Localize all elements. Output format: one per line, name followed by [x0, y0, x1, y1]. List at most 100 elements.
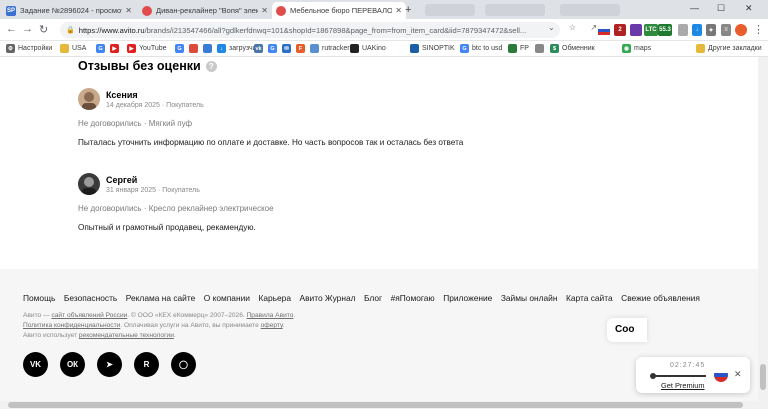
forward-arrow-icon[interactable]: →	[22, 23, 33, 35]
tab-label: Задание №2896024 - просмотр з	[20, 6, 122, 15]
footer-link-blog[interactable]: Блог	[364, 293, 382, 303]
bookmark-ext-1[interactable]	[189, 44, 201, 53]
blurred-tab[interactable]	[560, 4, 620, 16]
vpn-popup: 02:27:45 Get Premium ✕	[636, 357, 750, 393]
bookmark-g[interactable]: G	[268, 44, 280, 53]
minimize-icon[interactable]: —	[690, 3, 699, 13]
footer-link-about-site[interactable]: сайт объявлений России	[51, 312, 127, 319]
extensions-icon[interactable]: ≡	[721, 24, 731, 36]
cookie-banner[interactable]: Coo	[607, 318, 647, 342]
ext-price-icon[interactable]: 55.3	[658, 24, 672, 36]
google-icon: G	[175, 44, 184, 53]
menu-dots-icon[interactable]: ⋮	[753, 23, 764, 36]
close-icon[interactable]: ✕	[125, 6, 132, 15]
reviewer-name[interactable]: Сергей	[106, 175, 200, 185]
maximize-icon[interactable]: ☐	[717, 3, 725, 14]
ext-counter-icon[interactable]: 2	[614, 24, 626, 36]
bookmark-label: Другие закладки	[708, 45, 762, 52]
reload-icon[interactable]: ↻	[39, 23, 48, 36]
vertical-scrollbar[interactable]	[758, 57, 768, 401]
footer-copyright: Авито — сайт объявлений России. © ООО «К…	[23, 312, 295, 319]
back-arrow-icon[interactable]: ←	[6, 23, 17, 35]
footer-link-sitemap[interactable]: Карта сайта	[566, 293, 613, 303]
bookmark-youtube-small[interactable]: ▶	[110, 44, 122, 53]
bookmark-f[interactable]: F	[296, 44, 308, 53]
dzen-icon[interactable]: ◯	[171, 352, 196, 377]
scrollbar-thumb[interactable]	[760, 364, 766, 390]
omnibox-actions[interactable]: ⌄ ☆ ↗	[548, 23, 603, 32]
vk-icon[interactable]: VK	[23, 352, 48, 377]
footer-link-security[interactable]: Безопасность	[64, 293, 117, 303]
tab-task[interactable]: SP Задание №2896024 - просмотр з ✕	[2, 2, 136, 19]
sinoptik-icon	[410, 44, 419, 53]
rutube-icon[interactable]: R	[134, 352, 159, 377]
bookmark-btc[interactable]: Gbtc to usd	[460, 44, 502, 53]
footer-link-about[interactable]: О компании	[204, 293, 250, 303]
footer-link-journal[interactable]: Авито Журнал	[299, 293, 355, 303]
footer-link-tech[interactable]: рекомендательные технологии	[79, 332, 174, 339]
flag-ru-icon[interactable]	[598, 24, 610, 36]
footer-link-privacy[interactable]: Политика конфиденциальности	[23, 322, 120, 329]
blurred-tab[interactable]	[485, 4, 545, 16]
footer-link-offer[interactable]: оферту	[261, 322, 283, 329]
bookmark-ext-3[interactable]	[535, 44, 547, 53]
bookmark-label: Обменник	[562, 45, 595, 52]
bookmark-label: Настройки	[18, 45, 53, 52]
ext-icon[interactable]	[678, 24, 688, 36]
url-host: https://www.avito.ru	[78, 25, 145, 35]
footer-link-fresh[interactable]: Свежие объявления	[621, 293, 700, 303]
bookmark-other[interactable]: Другие закладки	[696, 44, 762, 53]
blurred-tab[interactable]	[425, 4, 475, 16]
horizontal-scrollbar[interactable]	[0, 401, 768, 409]
odnoklassniki-icon[interactable]: ОК	[60, 352, 85, 377]
window-close-icon[interactable]: ✕	[745, 3, 753, 14]
footer-link-ihelp[interactable]: #яПомогаю	[391, 293, 435, 303]
bookmark-google-2[interactable]: G	[175, 44, 187, 53]
download-icon[interactable]: ↓	[692, 24, 702, 36]
tab-label: Мебельное бюро ПЕРЕВАЛОВ -	[290, 6, 393, 15]
footer-link-career[interactable]: Карьера	[258, 293, 291, 303]
bookmark-label: FP	[520, 45, 529, 52]
footer-link-ads[interactable]: Реклама на сайте	[126, 293, 195, 303]
bookmark-maps[interactable]: ◉ maps	[622, 44, 651, 53]
bookmark-fp[interactable]: FP	[508, 44, 529, 53]
scrollbar-thumb[interactable]	[8, 402, 743, 408]
bookmark-usa[interactable]: USA	[60, 44, 86, 53]
bookmark-sinoptik[interactable]: SINOPTIK	[410, 44, 455, 53]
telegram-icon[interactable]: ➤	[97, 352, 122, 377]
bookmark-youtube[interactable]: ▶ YouTube	[127, 44, 167, 53]
bookmark-rutracker[interactable]: rutracker	[310, 44, 350, 53]
get-premium-link[interactable]: Get Premium	[661, 381, 705, 390]
footer-link-rules[interactable]: Правила Авито	[247, 312, 294, 319]
address-bar[interactable]: 🔒 https://www.avito.ru /brands/i21354746…	[60, 22, 560, 38]
bookmarks-bar: ⚙ Настройки USA G ▶ ▶ YouTube G ↓ загрузчик…	[0, 41, 768, 57]
footer-link-help[interactable]: Помощь	[23, 293, 55, 303]
url-path: /brands/i213547466/all?gdlkerfdnwq=101&s…	[144, 25, 527, 35]
bookmark-vk[interactable]: vk	[254, 44, 266, 53]
lock-icon: 🔒	[66, 27, 75, 34]
new-tab-button[interactable]: +	[405, 4, 411, 16]
bookmark-ext-2[interactable]	[203, 44, 215, 53]
bookmark-exchange[interactable]: $ Обменник	[550, 44, 595, 53]
help-icon[interactable]: ?	[205, 60, 217, 72]
bookmark-uakino[interactable]: UAKino	[350, 44, 386, 53]
bookmark-settings[interactable]: ⚙ Настройки	[6, 44, 52, 53]
footer-link-loans[interactable]: Займы онлайн	[501, 293, 558, 303]
close-icon[interactable]: ✕	[395, 6, 402, 15]
ext-ltc-icon[interactable]: LTC	[644, 24, 658, 36]
reviewer-name[interactable]: Ксения	[106, 90, 204, 100]
tab-sofa[interactable]: Диван-реклайнер "Вопя" электр ✕	[138, 2, 272, 19]
ext-icon[interactable]	[630, 24, 642, 36]
footer-text: . Оплачивая услуги на Авито, вы принимае…	[120, 322, 261, 329]
avatar[interactable]	[78, 173, 100, 195]
tab-furniture-active[interactable]: Мебельное бюро ПЕРЕВАЛОВ - ✕	[272, 2, 406, 19]
avatar[interactable]	[78, 88, 100, 110]
close-icon[interactable]: ✕	[734, 369, 742, 380]
footer-link-app[interactable]: Приложение	[443, 293, 492, 303]
flag-ru-icon[interactable]	[714, 368, 728, 382]
bookmark-mail[interactable]: ✉	[282, 44, 294, 53]
bookmark-google[interactable]: G	[96, 44, 108, 53]
profile-avatar-icon[interactable]	[735, 24, 747, 36]
puzzle-icon[interactable]: ✦	[706, 24, 716, 36]
close-icon[interactable]: ✕	[261, 6, 268, 15]
